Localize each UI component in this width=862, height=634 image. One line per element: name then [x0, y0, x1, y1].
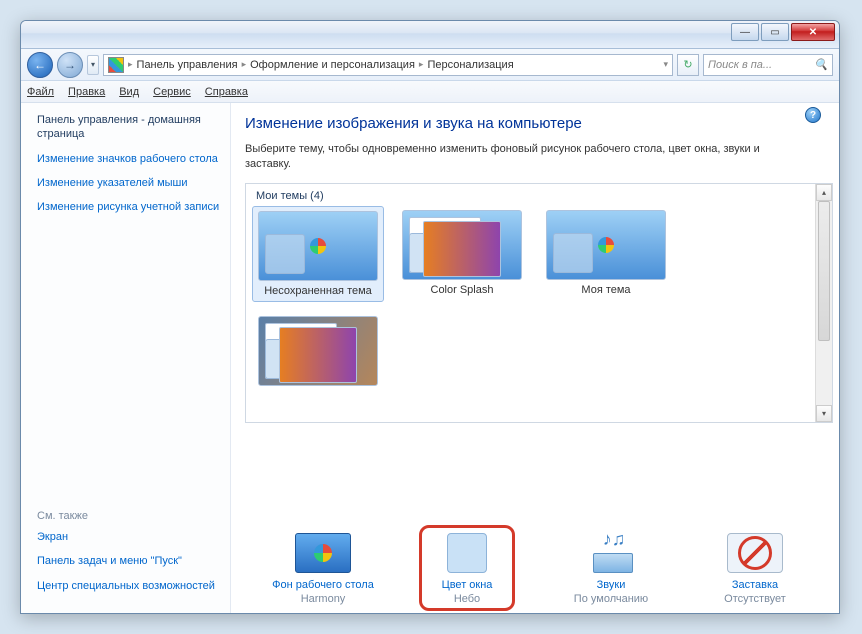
sidebar-link-display[interactable]: Экран [37, 530, 222, 544]
chevron-right-icon: ▸ [128, 59, 133, 70]
theme-label: Несохраненная тема [257, 285, 379, 297]
sidebar-link-pointers[interactable]: Изменение указателей мыши [37, 176, 222, 190]
theme-item-unsaved[interactable]: Несохраненная тема [252, 206, 384, 302]
refresh-button[interactable]: ↻ [677, 54, 699, 76]
bottom-sub: Harmony [253, 593, 393, 605]
bottom-title: Фон рабочего стола [253, 579, 393, 591]
window: — ▭ ✕ ← → ▾ ▸ Панель управления ▸ Оформл… [20, 20, 840, 614]
scroll-thumb[interactable] [818, 201, 830, 341]
theme-row [252, 312, 812, 394]
sounds-button[interactable]: Звуки По умолчанию [541, 533, 681, 605]
desktop-background-button[interactable]: Фон рабочего стола Harmony [253, 533, 393, 605]
bottom-title: Цвет окна [397, 579, 537, 591]
forward-button[interactable]: → [57, 52, 83, 78]
page-description: Выберите тему, чтобы одновременно измени… [245, 142, 765, 173]
breadcrumb-seg-2[interactable]: Оформление и персонализация [250, 59, 415, 71]
bottom-title: Заставка [685, 579, 825, 591]
address-bar[interactable]: ▸ Панель управления ▸ Оформление и персо… [103, 54, 673, 76]
theme-thumb-icon [546, 210, 666, 280]
close-button[interactable]: ✕ [791, 23, 835, 41]
main-panel: ? Изменение изображения и звука на компь… [231, 103, 839, 613]
chevron-right-icon: ▸ [242, 59, 247, 70]
window-color-button[interactable]: Цвет окна Небо [397, 533, 537, 605]
theme-thumb-icon [258, 211, 378, 281]
sidebar-link-account-picture[interactable]: Изменение рисунка учетной записи [37, 200, 222, 214]
menu-help[interactable]: Справка [205, 86, 248, 98]
screensaver-icon [727, 533, 783, 573]
scrollbar[interactable]: ▴ ▾ [815, 184, 832, 422]
screensaver-button[interactable]: Заставка Отсутствует [685, 533, 825, 605]
control-panel-icon [108, 57, 124, 73]
scroll-up-icon[interactable]: ▴ [816, 184, 832, 201]
navbar: ← → ▾ ▸ Панель управления ▸ Оформление и… [21, 49, 839, 81]
desktop-background-icon [295, 533, 351, 573]
themes-box: Мои темы (4) Несохраненная тема Color Sp… [245, 183, 833, 423]
sidebar-see-also: См. также [37, 510, 222, 522]
chevron-right-icon: ▸ [419, 59, 424, 70]
scroll-down-icon[interactable]: ▾ [816, 405, 832, 422]
page-title: Изменение изображения и звука на компьют… [245, 115, 833, 132]
menu-edit[interactable]: Правка [68, 86, 105, 98]
sidebar-link-desktop-icons[interactable]: Изменение значков рабочего стола [37, 152, 222, 166]
sidebar-link-taskbar[interactable]: Панель задач и меню "Пуск" [37, 554, 222, 568]
search-input[interactable]: Поиск в па... 🔍 [703, 54, 833, 76]
theme-item-extra[interactable] [252, 312, 384, 394]
content: Панель управления - домашняя страница Из… [21, 103, 839, 613]
menu-view[interactable]: Вид [119, 86, 139, 98]
menu-service[interactable]: Сервис [153, 86, 191, 98]
help-icon[interactable]: ? [805, 107, 821, 123]
titlebar: — ▭ ✕ [21, 21, 839, 49]
theme-thumb-icon [258, 316, 378, 386]
bottom-row: Фон рабочего стола Harmony Цвет окна Неб… [245, 533, 833, 605]
bottom-title: Звуки [541, 579, 681, 591]
maximize-button[interactable]: ▭ [761, 23, 789, 41]
menu-file[interactable]: Файл [27, 86, 54, 98]
menubar: Файл Правка Вид Сервис Справка [21, 81, 839, 103]
history-dropdown[interactable]: ▾ [87, 55, 99, 75]
back-button[interactable]: ← [27, 52, 53, 78]
theme-item-my-theme[interactable]: Моя тема [540, 206, 672, 302]
search-icon: 🔍 [814, 58, 828, 71]
theme-label: Моя тема [544, 284, 668, 296]
breadcrumb-seg-3[interactable]: Персонализация [427, 59, 513, 71]
bottom-sub: Отсутствует [685, 593, 825, 605]
theme-thumb-icon [402, 210, 522, 280]
sidebar: Панель управления - домашняя страница Из… [21, 103, 231, 613]
theme-row: Несохраненная тема Color Splash Моя тема [252, 206, 812, 302]
sidebar-link-accessibility[interactable]: Центр специальных возможностей [37, 579, 222, 593]
sounds-icon [583, 533, 639, 573]
themes-group-label: Мои темы (4) [252, 190, 812, 202]
breadcrumb-seg-1[interactable]: Панель управления [137, 59, 238, 71]
bottom-sub: Небо [397, 593, 537, 605]
theme-item-color-splash[interactable]: Color Splash [396, 206, 528, 302]
window-color-icon [447, 533, 487, 573]
minimize-button[interactable]: — [731, 23, 759, 41]
theme-label: Color Splash [400, 284, 524, 296]
bottom-sub: По умолчанию [541, 593, 681, 605]
chevron-down-icon[interactable]: ▾ [663, 59, 668, 70]
search-placeholder: Поиск в па... [708, 59, 772, 71]
sidebar-home-link[interactable]: Панель управления - домашняя страница [37, 113, 222, 142]
